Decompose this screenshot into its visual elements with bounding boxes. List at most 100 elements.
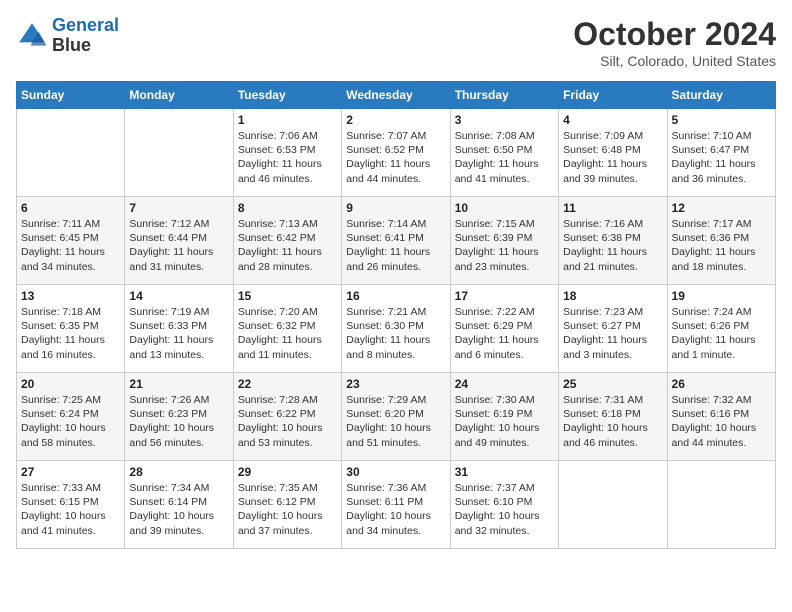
day-info: Sunrise: 7:23 AM Sunset: 6:27 PM Dayligh… [563, 305, 662, 362]
day-number: 3 [455, 113, 554, 127]
calendar-cell: 22 Sunrise: 7:28 AM Sunset: 6:22 PM Dayli… [233, 373, 341, 461]
day-number: 17 [455, 289, 554, 303]
day-number: 22 [238, 377, 337, 391]
calendar-cell: 27Sunrise: 7:33 AM Sunset: 6:15 PM Dayli… [17, 461, 125, 549]
calendar-week-5: 27Sunrise: 7:33 AM Sunset: 6:15 PM Dayli… [17, 461, 776, 549]
day-info: Sunrise: 7:35 AM Sunset: 6:12 PM Dayligh… [238, 481, 337, 538]
day-number: 25 [563, 377, 662, 391]
calendar-cell: 10Sunrise: 7:15 AM Sunset: 6:39 PM Dayli… [450, 197, 558, 285]
day-number: 14 [129, 289, 228, 303]
calendar-table: SundayMondayTuesdayWednesdayThursdayFrid… [16, 81, 776, 549]
calendar-cell: 15Sunrise: 7:20 AM Sunset: 6:32 PM Dayli… [233, 285, 341, 373]
day-info: Sunrise: 7:25 AM Sunset: 6:24 PM Dayligh… [21, 393, 120, 450]
day-number: 18 [563, 289, 662, 303]
calendar-cell: 9 Sunrise: 7:14 AM Sunset: 6:41 PM Daylig… [342, 197, 450, 285]
day-number: 12 [672, 201, 771, 215]
calendar-cell: 23 Sunrise: 7:29 AM Sunset: 6:20 PM Dayli… [342, 373, 450, 461]
calendar-cell: 7 Sunrise: 7:12 AM Sunset: 6:44 PM Daylig… [125, 197, 233, 285]
calendar-cell: 28 Sunrise: 7:34 AM Sunset: 6:14 PM Dayli… [125, 461, 233, 549]
day-info: Sunrise: 7:12 AM Sunset: 6:44 PM Dayligh… [129, 217, 228, 274]
calendar-cell: 14 Sunrise: 7:19 AM Sunset: 6:33 PM Dayli… [125, 285, 233, 373]
day-info: Sunrise: 7:17 AM Sunset: 6:36 PM Dayligh… [672, 217, 771, 274]
day-info: Sunrise: 7:29 AM Sunset: 6:20 PM Dayligh… [346, 393, 445, 450]
weekday-header-saturday: Saturday [667, 82, 775, 109]
weekday-header-monday: Monday [125, 82, 233, 109]
calendar-week-2: 6 Sunrise: 7:11 AM Sunset: 6:45 PM Daylig… [17, 197, 776, 285]
weekday-header-tuesday: Tuesday [233, 82, 341, 109]
day-number: 5 [672, 113, 771, 127]
day-number: 28 [129, 465, 228, 479]
calendar-cell: 1Sunrise: 7:06 AM Sunset: 6:53 PM Daylig… [233, 109, 341, 197]
day-info: Sunrise: 7:32 AM Sunset: 6:16 PM Dayligh… [672, 393, 771, 450]
day-number: 26 [672, 377, 771, 391]
calendar-cell: 21 Sunrise: 7:26 AM Sunset: 6:23 PM Dayli… [125, 373, 233, 461]
calendar-cell: 29Sunrise: 7:35 AM Sunset: 6:12 PM Dayli… [233, 461, 341, 549]
day-number: 23 [346, 377, 445, 391]
day-info: Sunrise: 7:37 AM Sunset: 6:10 PM Dayligh… [455, 481, 554, 538]
day-number: 16 [346, 289, 445, 303]
day-number: 6 [21, 201, 120, 215]
calendar-cell: 24 Sunrise: 7:30 AM Sunset: 6:19 PM Dayli… [450, 373, 558, 461]
calendar-cell: 31 Sunrise: 7:37 AM Sunset: 6:10 PM Dayli… [450, 461, 558, 549]
day-number: 21 [129, 377, 228, 391]
calendar-week-3: 13 Sunrise: 7:18 AM Sunset: 6:35 PM Dayli… [17, 285, 776, 373]
day-info: Sunrise: 7:26 AM Sunset: 6:23 PM Dayligh… [129, 393, 228, 450]
day-number: 20 [21, 377, 120, 391]
calendar-cell: 11 Sunrise: 7:16 AM Sunset: 6:38 PM Dayli… [559, 197, 667, 285]
day-info: Sunrise: 7:34 AM Sunset: 6:14 PM Dayligh… [129, 481, 228, 538]
month-title: October 2024 [573, 16, 776, 53]
calendar-cell: 5 Sunrise: 7:10 AM Sunset: 6:47 PM Daylig… [667, 109, 775, 197]
calendar-cell [667, 461, 775, 549]
day-number: 10 [455, 201, 554, 215]
day-number: 19 [672, 289, 771, 303]
day-info: Sunrise: 7:30 AM Sunset: 6:19 PM Dayligh… [455, 393, 554, 450]
day-info: Sunrise: 7:10 AM Sunset: 6:47 PM Dayligh… [672, 129, 771, 186]
day-info: Sunrise: 7:16 AM Sunset: 6:38 PM Dayligh… [563, 217, 662, 274]
day-number: 31 [455, 465, 554, 479]
day-number: 30 [346, 465, 445, 479]
day-info: Sunrise: 7:07 AM Sunset: 6:52 PM Dayligh… [346, 129, 445, 186]
day-number: 9 [346, 201, 445, 215]
page-header: General Blue October 2024 Silt, Colorado… [16, 16, 776, 69]
calendar-cell: 18 Sunrise: 7:23 AM Sunset: 6:27 PM Dayli… [559, 285, 667, 373]
day-info: Sunrise: 7:19 AM Sunset: 6:33 PM Dayligh… [129, 305, 228, 362]
calendar-cell: 16Sunrise: 7:21 AM Sunset: 6:30 PM Dayli… [342, 285, 450, 373]
title-block: October 2024 Silt, Colorado, United Stat… [573, 16, 776, 69]
calendar-cell: 12 Sunrise: 7:17 AM Sunset: 6:36 PM Dayli… [667, 197, 775, 285]
weekday-header-thursday: Thursday [450, 82, 558, 109]
day-number: 13 [21, 289, 120, 303]
calendar-cell: 30 Sunrise: 7:36 AM Sunset: 6:11 PM Dayli… [342, 461, 450, 549]
calendar-cell: 4Sunrise: 7:09 AM Sunset: 6:48 PM Daylig… [559, 109, 667, 197]
calendar-cell: 25 Sunrise: 7:31 AM Sunset: 6:18 PM Dayli… [559, 373, 667, 461]
day-number: 24 [455, 377, 554, 391]
calendar-cell: 13 Sunrise: 7:18 AM Sunset: 6:35 PM Dayli… [17, 285, 125, 373]
calendar-body: 1Sunrise: 7:06 AM Sunset: 6:53 PM Daylig… [17, 109, 776, 549]
day-info: Sunrise: 7:11 AM Sunset: 6:45 PM Dayligh… [21, 217, 120, 274]
weekday-header-friday: Friday [559, 82, 667, 109]
calendar-cell: 20 Sunrise: 7:25 AM Sunset: 6:24 PM Dayli… [17, 373, 125, 461]
day-info: Sunrise: 7:13 AM Sunset: 6:42 PM Dayligh… [238, 217, 337, 274]
weekday-header-wednesday: Wednesday [342, 82, 450, 109]
location: Silt, Colorado, United States [573, 53, 776, 69]
calendar-week-4: 20 Sunrise: 7:25 AM Sunset: 6:24 PM Dayli… [17, 373, 776, 461]
day-info: Sunrise: 7:06 AM Sunset: 6:53 PM Dayligh… [238, 129, 337, 186]
day-info: Sunrise: 7:14 AM Sunset: 6:41 PM Dayligh… [346, 217, 445, 274]
calendar-cell: 2 Sunrise: 7:07 AM Sunset: 6:52 PM Daylig… [342, 109, 450, 197]
day-info: Sunrise: 7:09 AM Sunset: 6:48 PM Dayligh… [563, 129, 662, 186]
logo-text: General Blue [52, 16, 119, 56]
calendar-cell: 3Sunrise: 7:08 AM Sunset: 6:50 PM Daylig… [450, 109, 558, 197]
day-info: Sunrise: 7:33 AM Sunset: 6:15 PM Dayligh… [21, 481, 120, 538]
day-info: Sunrise: 7:28 AM Sunset: 6:22 PM Dayligh… [238, 393, 337, 450]
day-info: Sunrise: 7:36 AM Sunset: 6:11 PM Dayligh… [346, 481, 445, 538]
day-number: 7 [129, 201, 228, 215]
day-number: 11 [563, 201, 662, 215]
day-info: Sunrise: 7:18 AM Sunset: 6:35 PM Dayligh… [21, 305, 120, 362]
calendar-cell: 19Sunrise: 7:24 AM Sunset: 6:26 PM Dayli… [667, 285, 775, 373]
day-info: Sunrise: 7:20 AM Sunset: 6:32 PM Dayligh… [238, 305, 337, 362]
weekday-header-sunday: Sunday [17, 82, 125, 109]
day-info: Sunrise: 7:31 AM Sunset: 6:18 PM Dayligh… [563, 393, 662, 450]
calendar-cell: 6 Sunrise: 7:11 AM Sunset: 6:45 PM Daylig… [17, 197, 125, 285]
calendar-week-1: 1Sunrise: 7:06 AM Sunset: 6:53 PM Daylig… [17, 109, 776, 197]
day-number: 8 [238, 201, 337, 215]
day-number: 2 [346, 113, 445, 127]
